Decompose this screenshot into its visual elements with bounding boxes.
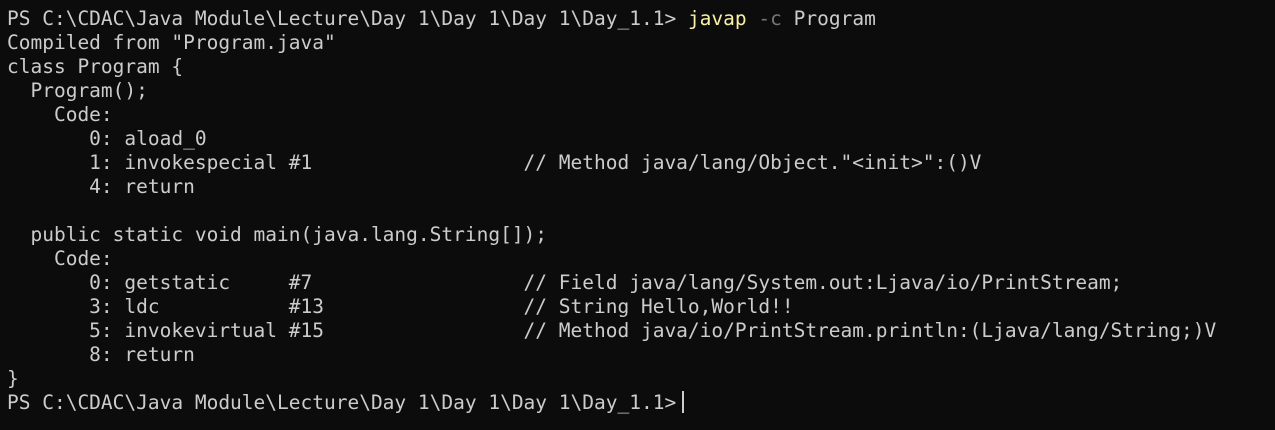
terminal-window[interactable]: PS C:\CDAC\Java Module\Lecture\Day 1\Day… [0, 0, 1275, 430]
prompt: PS C:\CDAC\Java Module\Lecture\Day 1\Day… [7, 391, 677, 414]
output-line: 8: return [7, 343, 195, 366]
output-line: } [7, 367, 19, 390]
output-line: 1: invokespecial #1 // Method java/lang/… [7, 151, 982, 174]
command-argument: Program [793, 7, 876, 30]
output-line: public static void main(java.lang.String… [7, 223, 548, 246]
output-line: 5: invokevirtual #15 // Method java/io/P… [7, 319, 1217, 342]
output-line: 4: return [7, 175, 195, 198]
output-line: Compiled from "Program.java" [7, 31, 336, 54]
text-cursor [682, 391, 685, 413]
output-line: 3: ldc #13 // String Hello,World!! [7, 295, 794, 318]
prompt: PS C:\CDAC\Java Module\Lecture\Day 1\Day… [7, 7, 677, 30]
output-line: Code: [7, 247, 113, 270]
output-line: class Program { [7, 55, 184, 78]
active-prompt-line[interactable]: PS C:\CDAC\Java Module\Lecture\Day 1\Day… [7, 391, 1275, 415]
output-line: 0: aload_0 [7, 127, 207, 150]
command-program: javap [687, 7, 747, 30]
output-line: Program(); [7, 79, 148, 102]
output-line: Code: [7, 103, 113, 126]
command-flag: -c [758, 7, 782, 30]
output-line: 0: getstatic #7 // Field java/lang/Syste… [7, 271, 1123, 294]
command-line: PS C:\CDAC\Java Module\Lecture\Day 1\Day… [7, 7, 1275, 31]
